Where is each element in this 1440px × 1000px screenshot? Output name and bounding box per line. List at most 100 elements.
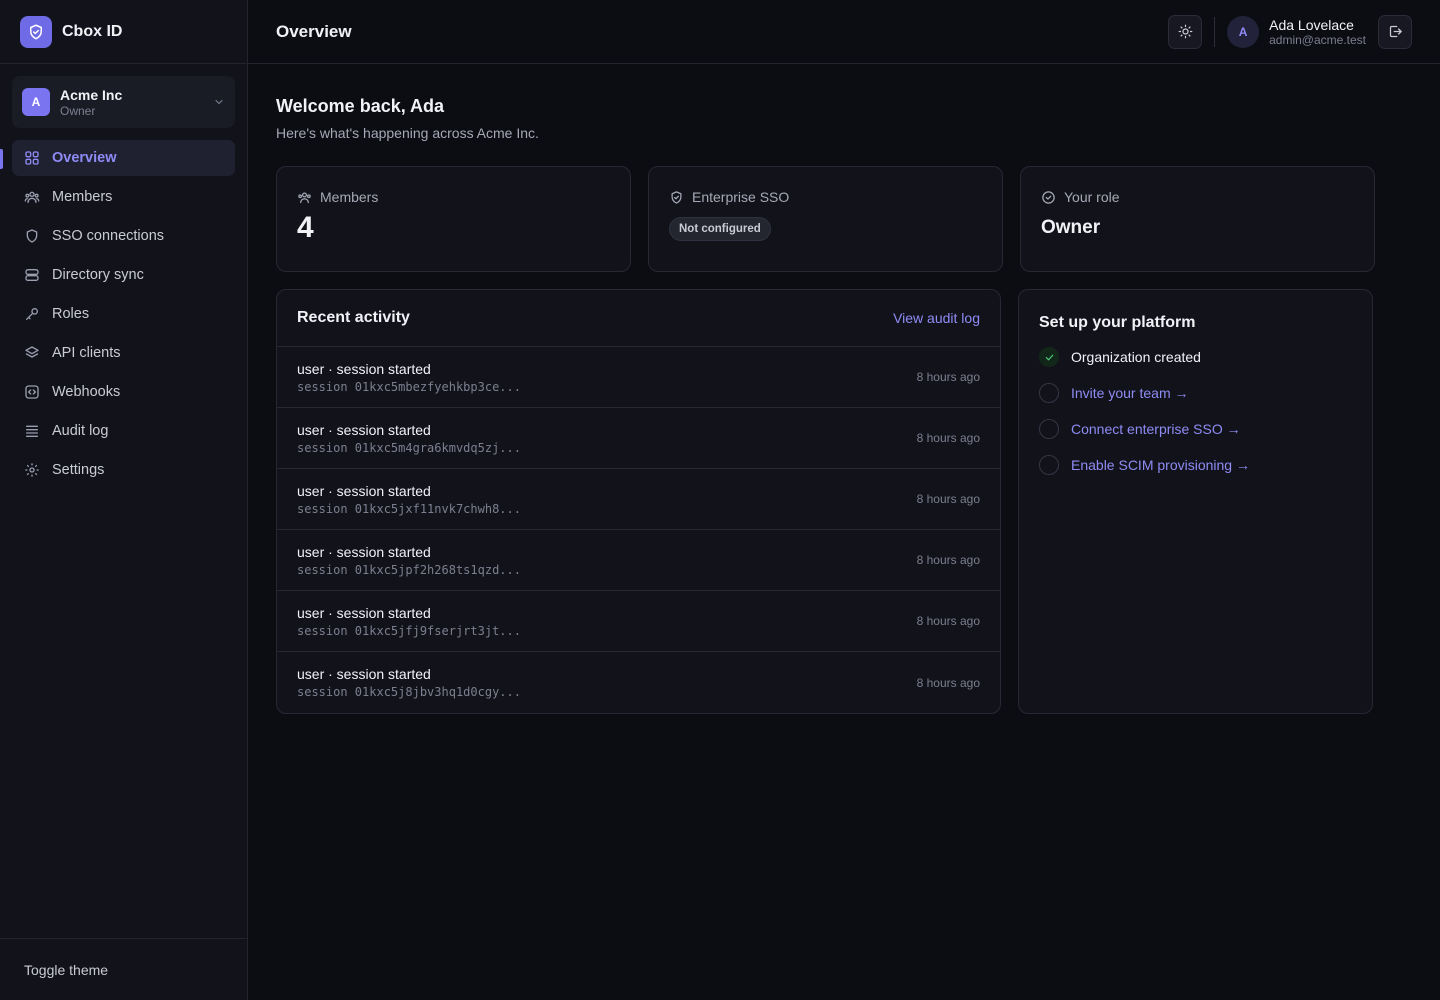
avatar[interactable]: A [1227, 15, 1260, 48]
welcome-title: Welcome back, Ada [276, 96, 445, 116]
list-item[interactable]: user · session started session 01kxc5mbe… [277, 347, 1000, 408]
activity-time: 8 hours ago [916, 492, 980, 506]
members-count: 4 [297, 211, 314, 244]
check-icon [1039, 347, 1059, 367]
page-title: Overview [276, 21, 352, 41]
activity-session-id: session 01kxc5jxf11nvk7chwh8... [297, 501, 521, 516]
sidebar-item-label: Roles [52, 306, 90, 322]
org-name: Acme Inc [60, 86, 123, 103]
activity-title-text: user · session started [297, 666, 431, 682]
active-nav-indicator [0, 149, 3, 169]
user-info: Ada Lovelace admin@acme.test [1269, 17, 1366, 47]
empty-circle-icon [1039, 383, 1059, 403]
sso-stat-card: Enterprise SSO Not configured [648, 166, 1003, 272]
shield-check-icon [20, 15, 52, 48]
setup-step: Connect enterprise SSO → [1039, 418, 1352, 440]
activity-title-text: user · session started [297, 360, 431, 377]
activity-title-text: user · session started [297, 604, 431, 621]
setup-step: Invite your team → [1039, 382, 1352, 404]
list-item[interactable]: user · session started session 01kxc5jpf… [277, 530, 1000, 591]
stat-label: Your role [1064, 189, 1120, 205]
sidebar-item-roles[interactable]: Roles [12, 296, 235, 332]
list-item[interactable]: user · session started session 01kxc5m4g… [277, 408, 1000, 469]
activity-time: 8 hours ago [916, 370, 980, 384]
list-item[interactable]: user · session started session 01kxc5j8j… [277, 652, 1000, 713]
stats-row: Members 4 Enterprise SSO Not configured [276, 166, 1412, 272]
key-icon [24, 306, 40, 322]
connect-sso-link[interactable]: Connect enterprise SSO → [1071, 421, 1241, 437]
sidebar-footer: Toggle theme [0, 938, 247, 1000]
view-audit-log-link[interactable]: View audit log [893, 310, 980, 326]
activity-title: Recent activity [297, 309, 410, 326]
database-icon [24, 267, 40, 283]
sidebar-item-members[interactable]: Members [12, 179, 235, 215]
setup-step: Organization created [1039, 346, 1352, 368]
sidebar-item-label: Settings [52, 462, 105, 478]
sidebar-item-webhooks[interactable]: Webhooks [12, 374, 235, 410]
brand[interactable]: Cbox ID [0, 0, 247, 64]
user-name: Ada Lovelace [1269, 16, 1354, 33]
logout-icon [1388, 24, 1403, 39]
sidebar-item-label: Directory sync [52, 267, 144, 283]
list-icon [24, 423, 40, 439]
users-icon [24, 189, 40, 205]
content: Welcome back, Ada Here's what's happenin… [248, 64, 1440, 714]
sidebar: Cbox ID A Acme Inc Owner Overview Member… [0, 0, 248, 1000]
empty-circle-icon [1039, 455, 1059, 475]
chevron-down-icon [213, 96, 225, 108]
welcome-subtitle: Here's what's happening across Acme Inc. [276, 125, 539, 141]
sun-icon [1178, 24, 1193, 39]
recent-activity-card: Recent activity View audit log user · se… [276, 289, 1001, 714]
activity-time: 8 hours ago [916, 431, 980, 445]
activity-time: 8 hours ago [916, 614, 980, 628]
sidebar-item-label: Webhooks [52, 384, 121, 400]
sidebar-item-label: SSO connections [52, 228, 165, 244]
org-switcher[interactable]: A Acme Inc Owner [12, 76, 235, 128]
lower-row: Recent activity View audit log user · se… [276, 289, 1412, 714]
activity-session-id: session 01kxc5jfj9fserjrt3jt... [297, 623, 521, 638]
sidebar-item-overview[interactable]: Overview [12, 140, 235, 176]
org-role: Owner [60, 103, 96, 118]
activity-time: 8 hours ago [916, 553, 980, 567]
role-value: Owner [1041, 217, 1101, 238]
grid-icon [24, 150, 40, 166]
role-stat-card: Your role Owner [1020, 166, 1375, 272]
sidebar-item-settings[interactable]: Settings [12, 452, 235, 488]
enable-scim-link[interactable]: Enable SCIM provisioning → [1071, 457, 1250, 473]
invite-team-link[interactable]: Invite your team → [1071, 385, 1189, 401]
sidebar-item-api-clients[interactable]: API clients [12, 335, 235, 371]
setup-step-label: Organization created [1071, 349, 1201, 365]
sidebar-item-directory-sync[interactable]: Directory sync [12, 257, 235, 293]
code-square-icon [24, 384, 40, 400]
activity-session-id: session 01kxc5jpf2h268ts1qzd... [297, 562, 521, 577]
main-area: Overview A Ada Lovelace admin@acme.test … [248, 0, 1440, 1000]
members-stat-card: Members 4 [276, 166, 631, 272]
activity-title-text: user · session started [297, 543, 431, 560]
users-icon [297, 190, 312, 205]
logout-button[interactable] [1378, 14, 1412, 49]
activity-title-text: user · session started [297, 421, 431, 438]
topbar-divider [1214, 16, 1216, 47]
sidebar-nav: Overview Members SSO connections Directo… [0, 140, 247, 488]
toggle-theme-button[interactable]: Toggle theme [24, 962, 108, 978]
check-circle-icon [1041, 190, 1056, 205]
empty-circle-icon [1039, 419, 1059, 439]
theme-toggle-button[interactable] [1168, 14, 1203, 49]
sidebar-item-label: Audit log [52, 423, 109, 439]
gear-icon [24, 462, 40, 478]
sidebar-item-sso-connections[interactable]: SSO connections [12, 218, 235, 254]
activity-title-text: user · session started [297, 482, 431, 499]
sidebar-item-label: Members [52, 189, 113, 205]
app-shell: Cbox ID A Acme Inc Owner Overview Member… [0, 0, 1440, 1000]
sidebar-item-audit-log[interactable]: Audit log [12, 413, 235, 449]
list-item[interactable]: user · session started session 01kxc5jxf… [277, 469, 1000, 530]
user-email: admin@acme.test [1269, 32, 1366, 47]
layers-icon [24, 345, 40, 361]
stat-label: Members [320, 189, 379, 205]
setup-title: Set up your platform [1039, 314, 1196, 331]
brand-name: Cbox ID [62, 22, 123, 40]
activity-session-id: session 01kxc5mbezfyehkbp3ce... [297, 379, 521, 394]
list-item[interactable]: user · session started session 01kxc5jfj… [277, 591, 1000, 652]
shield-check-icon [669, 190, 684, 205]
setup-platform-card: Set up your platform Organization create… [1018, 289, 1373, 714]
